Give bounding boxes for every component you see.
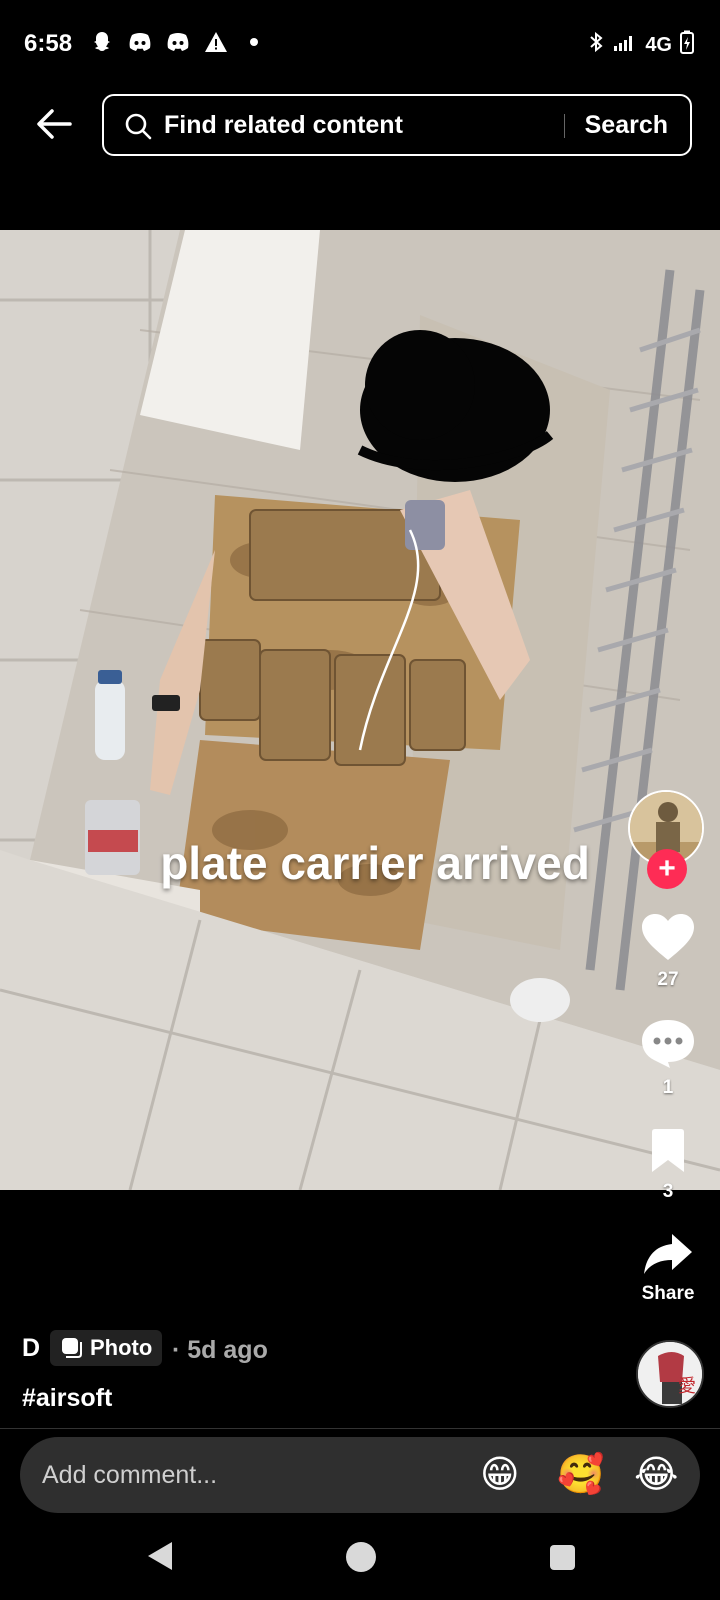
battery-icon [680,30,694,60]
search-icon [125,113,152,140]
discord-icon [128,30,152,54]
network-label: 4G [645,33,672,56]
hashtag-link[interactable]: #airsoft [22,1384,112,1413]
discord-icon [166,30,190,54]
notification-icons [90,30,266,54]
system-icons: 4G [587,30,694,60]
comment-input[interactable]: Add comment... 😁 🥰 😂 [20,1437,700,1513]
heart-icon [642,914,694,960]
photo-mode-icon [62,1338,82,1358]
comment-button[interactable]: 1 [620,1018,716,1099]
triangle-back-icon [148,1542,172,1570]
caption-divider [0,1428,720,1429]
nav-back-button[interactable] [146,1540,174,1577]
like-button[interactable]: 27 [620,912,716,991]
comment-placeholder: Add comment... [42,1461,218,1489]
photo-badge-label: Photo [90,1335,153,1360]
save-count: 3 [662,1181,674,1202]
follow-button[interactable]: + [647,849,687,889]
share-label: Share [641,1283,695,1304]
comment-icon [642,1020,694,1068]
emoji-hearts-button[interactable]: 🥰 [557,1451,604,1499]
signal-icon [613,32,637,58]
post-timestamp: · 5d ago [172,1336,268,1364]
back-button[interactable] [30,100,78,148]
warning-icon [204,30,228,54]
overlay-caption: plate carrier arrived [160,837,590,889]
nav-home-button[interactable] [346,1542,376,1572]
music-cover-image: 愛 [638,1342,702,1406]
snapchat-icon [90,30,114,54]
like-count: 27 [657,969,679,990]
save-button[interactable]: 3 [620,1128,716,1203]
search-placeholder: Find related content [164,111,403,139]
music-avatar[interactable]: 愛 [636,1340,704,1408]
status-time: 6:58 [24,30,73,57]
photo-badge: Photo [50,1330,163,1366]
comment-count: 1 [662,1077,674,1098]
emoji-grin-button[interactable]: 😁 [480,1451,520,1499]
dot-icon [242,30,266,54]
bathroom-mirror-image [0,230,720,1190]
share-button[interactable]: Share [620,1232,716,1305]
search-input[interactable]: Find related content Search [102,94,692,156]
arrow-left-icon [37,109,72,139]
bookmark-icon [652,1129,684,1172]
nav-recents-button[interactable] [550,1545,575,1570]
emoji-laugh-button[interactable]: 😂 [634,1451,678,1499]
status-bar: 6:58 4G [0,0,720,90]
author-name[interactable]: D [22,1334,40,1363]
post-photo[interactable]: plate carrier arrived [0,230,720,1190]
search-divider [564,114,565,138]
search-button[interactable]: Search [585,111,668,140]
svg-text:愛: 愛 [678,1376,696,1397]
bluetooth-icon [587,31,605,59]
share-icon [644,1234,692,1274]
